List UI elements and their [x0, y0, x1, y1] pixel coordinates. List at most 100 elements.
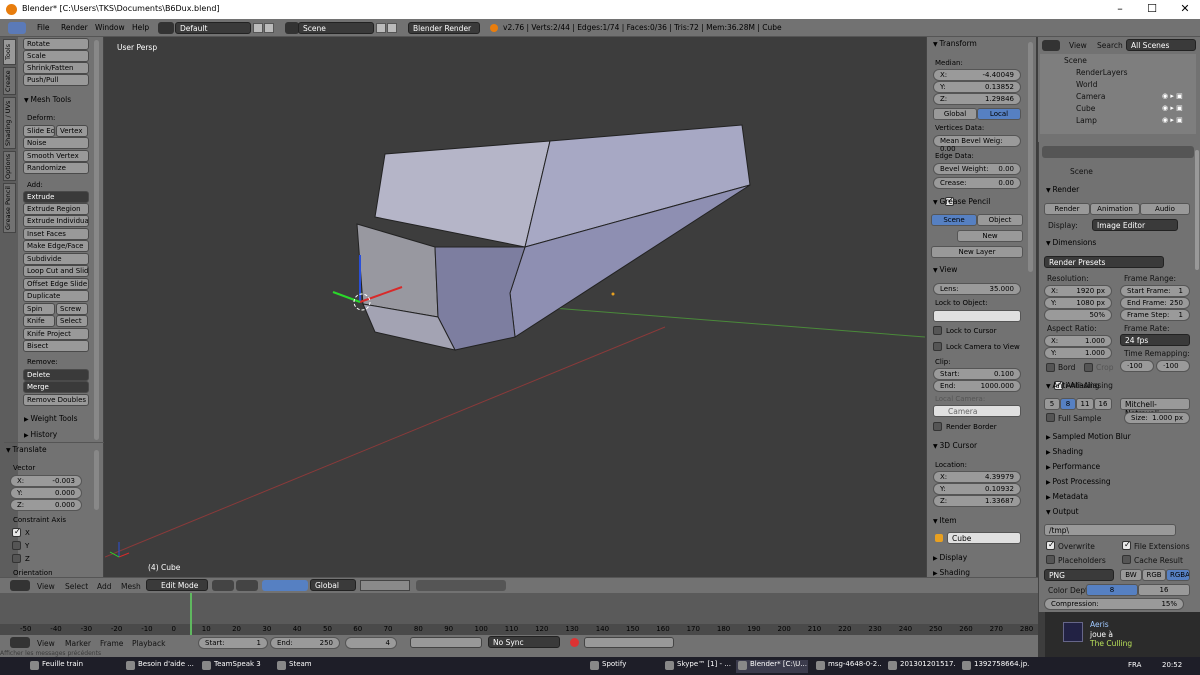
- current-frame-field[interactable]: 4: [345, 637, 397, 649]
- output-path-field[interactable]: /tmp\: [1044, 524, 1176, 536]
- res-x-field[interactable]: X: 1920 px: [1044, 285, 1112, 297]
- add-layout-icon[interactable]: [253, 23, 263, 33]
- constraint-y-checkbox[interactable]: [12, 541, 21, 550]
- remove-layout-icon[interactable]: [264, 23, 274, 33]
- pivot-point-icon[interactable]: [236, 580, 258, 591]
- remap-new-field[interactable]: ·100: [1156, 360, 1190, 372]
- merge-dropdown[interactable]: Merge: [23, 381, 89, 393]
- outliner-editor-icon[interactable]: [1042, 40, 1060, 51]
- outliner-item-lamp[interactable]: Lamp: [1076, 116, 1097, 125]
- 3d-cursor-header[interactable]: 3D Cursor: [933, 441, 978, 450]
- spin-button[interactable]: Spin: [23, 303, 55, 315]
- metadata-header[interactable]: Metadata: [1046, 492, 1089, 501]
- shading-header[interactable]: Shading: [1046, 447, 1083, 456]
- full-sample-checkbox[interactable]: [1046, 413, 1055, 422]
- properties-tabs[interactable]: [1042, 146, 1194, 158]
- scale-button[interactable]: Scale: [23, 50, 89, 62]
- item-header[interactable]: Item: [933, 516, 957, 525]
- local-camera-field[interactable]: Camera: [933, 405, 1021, 417]
- history-header[interactable]: History: [24, 430, 58, 439]
- aa-8-button[interactable]: 8: [1060, 398, 1076, 410]
- outliner-view-menu[interactable]: View: [1069, 41, 1087, 50]
- sync-mode-dropdown[interactable]: No Sync: [488, 636, 560, 648]
- transform-orientation-selector[interactable]: Global: [310, 579, 356, 591]
- lens-field[interactable]: Lens: 35.000: [933, 283, 1021, 295]
- local-button[interactable]: Local: [977, 108, 1021, 120]
- frame-step-field[interactable]: Frame Step: 1: [1120, 309, 1190, 321]
- screw-button[interactable]: Screw: [56, 303, 88, 315]
- record-icon[interactable]: [570, 638, 579, 647]
- constraint-x-checkbox[interactable]: [12, 527, 21, 537]
- scene-selector[interactable]: Scene: [298, 22, 374, 34]
- inset-faces-button[interactable]: Inset Faces: [23, 228, 89, 240]
- tools-scrollbar[interactable]: [94, 40, 99, 440]
- dimensions-header[interactable]: Dimensions: [1046, 238, 1097, 247]
- knife-select-button[interactable]: Select: [56, 315, 88, 327]
- steam-notification[interactable]: Aeris joue à The Culling: [1045, 612, 1200, 657]
- tab-shading-uvs[interactable]: Shading / UVs: [3, 97, 16, 149]
- aa-size-field[interactable]: Size: 1.000 px: [1124, 412, 1190, 424]
- outliner-item-cube[interactable]: Cube: [1076, 104, 1095, 113]
- viewport-shading-icon[interactable]: [212, 580, 234, 591]
- render-header[interactable]: Render: [1046, 185, 1080, 194]
- taskbar-item[interactable]: Besoin d'aide ...: [124, 660, 194, 673]
- subdivide-button[interactable]: Subdivide: [23, 253, 89, 265]
- mode-selector[interactable]: Edit Mode: [146, 579, 208, 591]
- slide-edge-button[interactable]: Slide Ed: [23, 125, 55, 137]
- vertex-slide-button[interactable]: Vertex: [56, 125, 88, 137]
- visibility-eye-icon[interactable]: ◉ ▸ ▣: [1162, 104, 1183, 112]
- gp-new-layer-button[interactable]: New Layer: [931, 246, 1023, 258]
- start-frame-field[interactable]: Start Frame: 1: [1120, 285, 1190, 297]
- offset-edge-button[interactable]: Offset Edge Slide: [23, 278, 89, 290]
- aa-filter-dropdown[interactable]: Mitchell-Netravali: [1120, 398, 1190, 418]
- visibility-eye-icon[interactable]: ◉ ▸ ▣: [1162, 92, 1183, 100]
- overwrite-checkbox[interactable]: [1046, 540, 1055, 550]
- median-y-field[interactable]: Y: 0.13852: [933, 81, 1021, 93]
- compression-field[interactable]: Compression: 15%: [1044, 598, 1184, 610]
- 3d-viewport[interactable]: User Persp (4) Cube: [105, 37, 925, 577]
- outliner-item-scene[interactable]: Scene: [1064, 56, 1087, 65]
- performance-header[interactable]: Performance: [1046, 462, 1101, 471]
- motion-blur-header[interactable]: Sampled Motion Blur: [1046, 432, 1131, 441]
- editor-type-icon[interactable]: [8, 22, 26, 34]
- rotate-button[interactable]: Rotate: [23, 38, 89, 50]
- timeline-start-field[interactable]: Start: 1: [198, 637, 268, 649]
- tab-options[interactable]: Options: [3, 151, 16, 181]
- cursor-z-field[interactable]: Z: 1.33687: [933, 495, 1021, 507]
- keying-set-field[interactable]: [584, 637, 674, 648]
- smooth-vertex-button[interactable]: Smooth Vertex: [23, 150, 89, 162]
- operator-scrollbar[interactable]: [94, 450, 99, 510]
- rgb-button[interactable]: RGB: [1142, 569, 1166, 581]
- playback-menu[interactable]: Playback: [132, 639, 165, 648]
- gp-scene-button[interactable]: Scene: [931, 214, 977, 226]
- lock-cursor-checkbox[interactable]: [933, 326, 942, 335]
- cursor-x-field[interactable]: X: 4.39979: [933, 471, 1021, 483]
- playback-controls[interactable]: [410, 637, 482, 648]
- extrude-dropdown[interactable]: Extrude: [23, 191, 89, 203]
- maximize-button[interactable]: ☐: [1137, 2, 1167, 15]
- timeline-view-menu[interactable]: View: [37, 639, 55, 648]
- outliner-item-world[interactable]: World: [1076, 80, 1098, 89]
- frame-rate-dropdown[interactable]: 24 fps: [1120, 334, 1190, 346]
- properties-scrollbar[interactable]: [1195, 150, 1199, 270]
- knife-project-button[interactable]: Knife Project: [23, 328, 89, 340]
- outliner-display-mode[interactable]: All Scenes: [1126, 39, 1196, 51]
- scene-icon[interactable]: [285, 22, 299, 34]
- timeline-editor-icon[interactable]: [10, 637, 30, 648]
- manipulator-icons[interactable]: [262, 580, 308, 591]
- border-checkbox[interactable]: [1046, 363, 1055, 372]
- post-processing-header[interactable]: Post Processing: [1046, 477, 1111, 486]
- aa-11-button[interactable]: 11: [1076, 398, 1094, 410]
- translate-header[interactable]: Translate: [6, 445, 47, 454]
- frame-menu[interactable]: Frame: [100, 639, 123, 648]
- layer-buttons[interactable]: [360, 580, 410, 591]
- duplicate-button[interactable]: Duplicate: [23, 290, 89, 302]
- clip-end-field[interactable]: End: 1000.000: [933, 380, 1021, 392]
- gp-new-button[interactable]: New: [957, 230, 1023, 242]
- menu-file[interactable]: File: [37, 23, 50, 32]
- delete-dropdown[interactable]: Delete: [23, 369, 89, 381]
- constraint-z-checkbox[interactable]: [12, 554, 21, 563]
- display-header[interactable]: Display: [933, 553, 968, 562]
- render-presets-dropdown[interactable]: Render Presets: [1044, 256, 1164, 268]
- mesh-menu[interactable]: Mesh: [121, 582, 141, 591]
